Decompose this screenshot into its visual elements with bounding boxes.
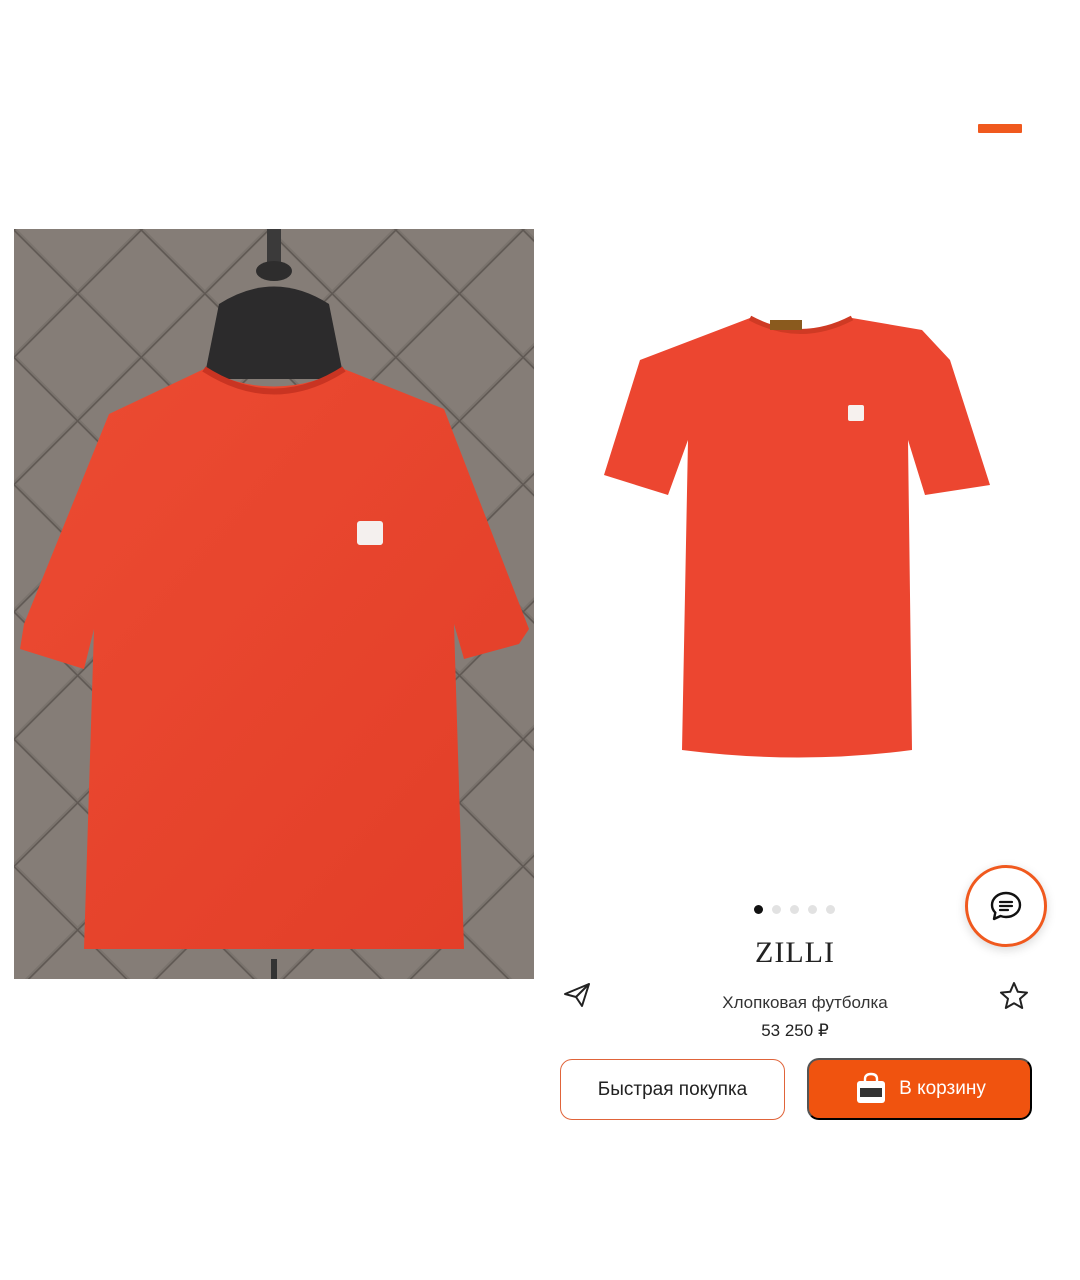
paper-plane-icon[interactable] [562,980,592,1010]
shopping-bag-icon [857,1072,886,1103]
pagination-dot[interactable] [754,905,763,914]
star-icon[interactable] [998,980,1030,1012]
pagination-dot[interactable] [772,905,781,914]
pagination-dot[interactable] [808,905,817,914]
chat-button[interactable] [965,865,1047,947]
pagination-dot[interactable] [790,905,799,914]
gallery-pagination[interactable] [754,905,835,914]
product-page: ZILLI Хлопковая футболка 53 250 ₽ Быстра… [0,0,1080,1280]
add-to-cart-label: В корзину [899,1078,986,1099]
product-photo-mannequin [14,229,534,979]
product-photo-main[interactable] [590,300,1010,780]
product-price: 53 250 ₽ [761,1021,829,1040]
quick-buy-button[interactable]: Быстрая покупка [560,1059,785,1120]
chat-bubble-icon [990,891,1022,921]
product-title: Хлопковая футболка [722,993,888,1012]
add-to-cart-button[interactable]: В корзину [807,1058,1032,1120]
accent-bar [978,124,1022,133]
pagination-dot[interactable] [826,905,835,914]
brand-name[interactable]: ZILLI [700,936,890,970]
